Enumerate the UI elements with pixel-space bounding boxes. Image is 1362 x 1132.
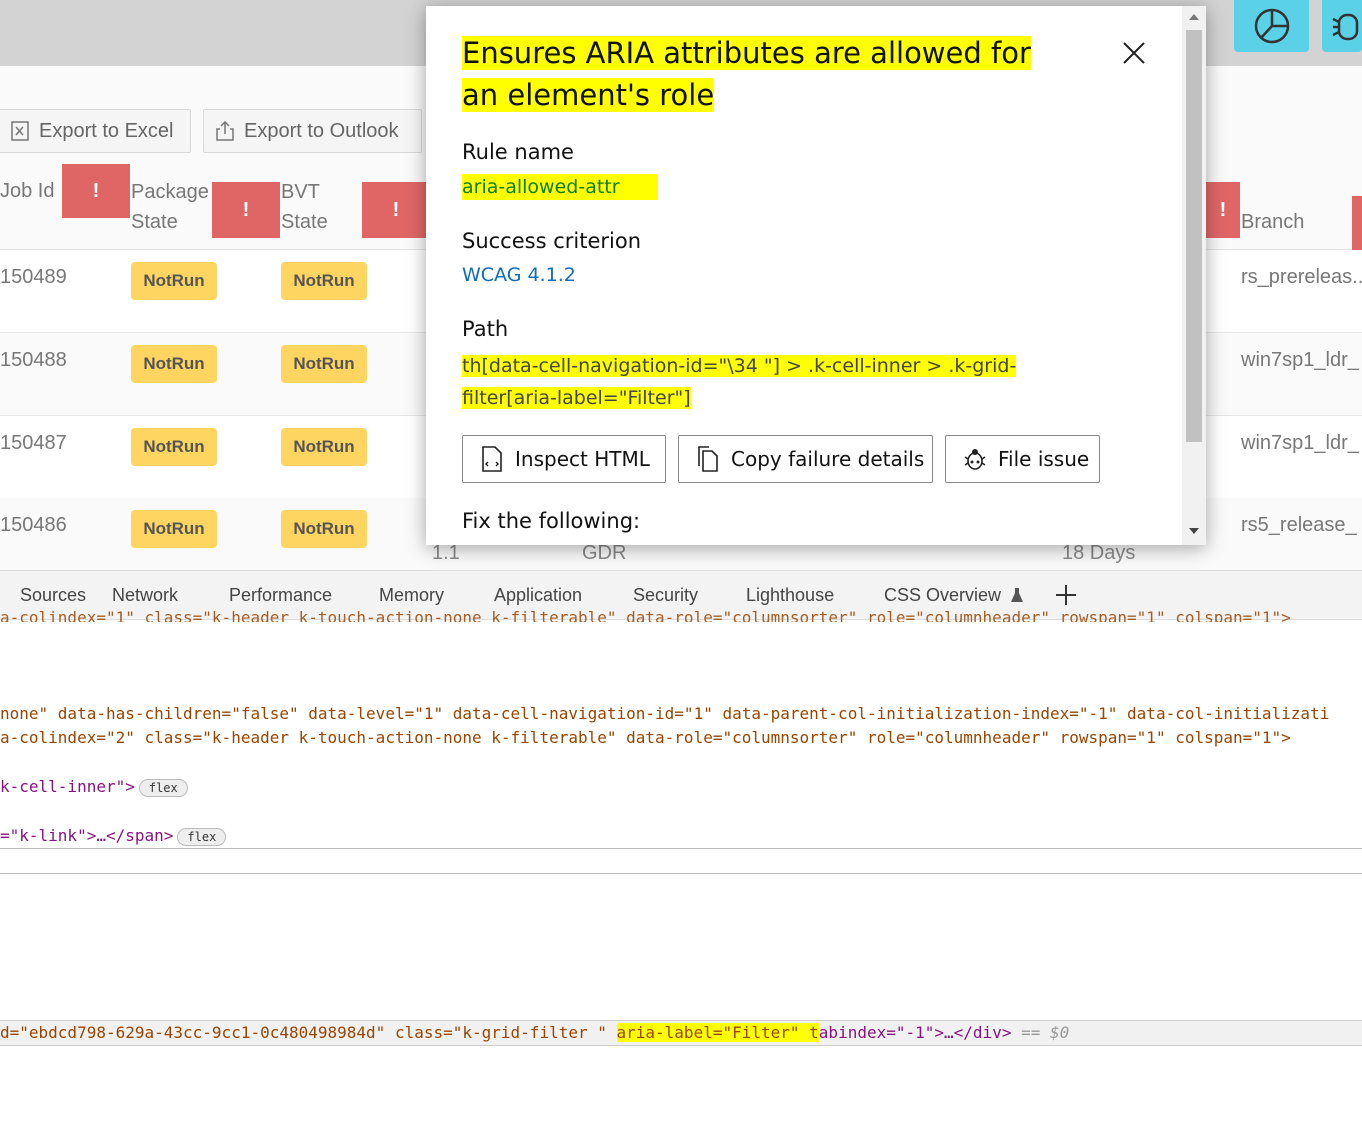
file-issue-label: File issue bbox=[998, 447, 1090, 471]
fix-the-following-label: Fix the following: bbox=[462, 509, 641, 533]
partial-cell: GDR bbox=[582, 542, 627, 564]
file-issue-button[interactable]: File issue bbox=[945, 435, 1100, 483]
rule-name-link[interactable]: aria-allowed-attr bbox=[462, 174, 658, 200]
pie-chart-icon bbox=[1254, 8, 1289, 44]
path-label: Path bbox=[462, 317, 509, 341]
tab-sources[interactable]: Sources bbox=[20, 585, 86, 606]
export-outlook-button[interactable]: Export to Outlook bbox=[203, 109, 422, 153]
scrollbar-thumb[interactable] bbox=[1186, 30, 1202, 442]
close-icon[interactable] bbox=[1123, 42, 1145, 64]
accessibility-warning-marker[interactable]: ! bbox=[212, 182, 280, 238]
rule-name-label: Rule name bbox=[462, 140, 574, 164]
tab-css-overview[interactable]: CSS Overview bbox=[884, 585, 1024, 606]
copy-failure-details-button[interactable]: Copy failure details bbox=[678, 435, 933, 483]
partial-cell: 18 Days bbox=[1062, 542, 1136, 564]
export-excel-label: Export to Excel bbox=[39, 119, 174, 142]
branch-cell: rs_prereleas... bbox=[1241, 266, 1362, 288]
job-id-cell: 150489 bbox=[0, 266, 67, 288]
scroll-up-icon[interactable] bbox=[1188, 12, 1200, 22]
excel-file-icon bbox=[11, 121, 29, 141]
package-state-badge: NotRun bbox=[131, 262, 217, 300]
job-id-cell: 150486 bbox=[0, 514, 67, 536]
tab-security[interactable]: Security bbox=[633, 585, 698, 606]
path-value: th[data-cell-navigation-id="\34 "] > .k-… bbox=[462, 350, 1092, 414]
flex-badge[interactable]: flex bbox=[177, 827, 227, 846]
accessibility-warning-marker[interactable] bbox=[1352, 196, 1362, 252]
column-header-job-id[interactable]: Job Id bbox=[0, 176, 54, 206]
dialog-scrollbar[interactable] bbox=[1182, 6, 1206, 545]
bvt-state-badge: NotRun bbox=[281, 428, 367, 466]
success-criterion-label: Success criterion bbox=[462, 229, 642, 253]
scroll-down-icon[interactable] bbox=[1188, 526, 1200, 536]
accessibility-warning-marker[interactable]: ! bbox=[62, 164, 130, 218]
export-excel-button[interactable]: Export to Excel bbox=[0, 109, 191, 153]
package-state-badge: NotRun bbox=[131, 428, 217, 466]
code-text: none" data-has-children="false" data-lev… bbox=[0, 704, 1330, 723]
branch-cell: rs5_release_ bbox=[1241, 514, 1357, 536]
bug-icon bbox=[964, 449, 986, 470]
package-header-line2: State bbox=[131, 211, 178, 233]
inspect-html-label: Inspect HTML bbox=[515, 447, 650, 471]
accessibility-warning-marker[interactable]: ! bbox=[362, 182, 430, 238]
branch-cell: win7sp1_ldr_ bbox=[1241, 349, 1359, 371]
bug-icon bbox=[1332, 13, 1359, 41]
failure-details-dialog: Ensures ARIA attributes are allowed for … bbox=[426, 6, 1206, 545]
code-line[interactable]: k-cell-inner"> flex bbox=[0, 777, 188, 797]
copy-icon bbox=[698, 446, 718, 472]
code-text: a-colindex="2" class="k-header k-touch-a… bbox=[0, 728, 1291, 747]
bug-button[interactable] bbox=[1322, 0, 1362, 52]
column-header-package-state[interactable]: Package State bbox=[131, 177, 209, 237]
inspect-html-button[interactable]: Inspect HTML bbox=[462, 435, 666, 483]
share-icon bbox=[216, 121, 234, 141]
package-header-line1: Package bbox=[131, 181, 209, 203]
highlighted-aria-label: aria-label="Filter" t bbox=[616, 1023, 819, 1042]
path-text: th[data-cell-navigation-id="\34 "] > .k-… bbox=[462, 355, 1017, 409]
selected-marker: == $0 bbox=[1011, 1023, 1070, 1042]
tab-lighthouse[interactable]: Lighthouse bbox=[746, 585, 834, 606]
copy-failure-details-label: Copy failure details bbox=[731, 447, 925, 471]
code-text: d="ebdcd798-629a-43cc-9cc1-0c480498984d"… bbox=[0, 1023, 617, 1042]
bvt-header-line2: State bbox=[281, 211, 328, 233]
code-line[interactable]: none" data-has-children="false" data-lev… bbox=[0, 704, 1329, 723]
bvt-state-badge: NotRun bbox=[281, 345, 367, 383]
code-line[interactable]: a-colindex="1" class="k-header k-touch-a… bbox=[0, 608, 1291, 622]
job-id-header-label: Job Id bbox=[0, 180, 55, 202]
success-criterion-link[interactable]: WCAG 4.1.2 bbox=[462, 264, 576, 286]
package-state-badge: NotRun bbox=[131, 345, 217, 383]
chart-button[interactable] bbox=[1234, 0, 1309, 52]
package-state-badge: NotRun bbox=[131, 510, 217, 548]
column-header-branch[interactable]: Branch bbox=[1241, 207, 1304, 237]
tab-network[interactable]: Network bbox=[112, 585, 178, 606]
add-tab-icon[interactable] bbox=[1054, 583, 1078, 607]
partial-cell: 1.1 bbox=[432, 542, 460, 564]
dialog-title-text: Ensures ARIA attributes are allowed for … bbox=[462, 36, 1031, 112]
job-id-cell: 150487 bbox=[0, 432, 67, 454]
bvt-state-badge: NotRun bbox=[281, 510, 367, 548]
tab-memory[interactable]: Memory bbox=[379, 585, 444, 606]
code-text: ="k-link">…</span> bbox=[0, 826, 174, 845]
flex-badge[interactable]: flex bbox=[138, 778, 188, 797]
bvt-state-badge: NotRun bbox=[281, 262, 367, 300]
code-line[interactable]: ="k-link">…</span> flex bbox=[0, 826, 227, 846]
branch-header-label: Branch bbox=[1241, 211, 1305, 233]
column-header-bvt-state[interactable]: BVT State bbox=[281, 177, 328, 237]
flask-icon bbox=[1011, 588, 1024, 602]
css-overview-label: CSS Overview bbox=[884, 585, 1002, 605]
export-outlook-label: Export to Outlook bbox=[244, 119, 399, 142]
code-text: k-cell-inner"> bbox=[0, 777, 135, 796]
tab-performance[interactable]: Performance bbox=[229, 585, 332, 606]
tab-application[interactable]: Application bbox=[494, 585, 582, 606]
inspect-document-icon bbox=[482, 446, 502, 472]
accessibility-warning-marker[interactable]: ! bbox=[1206, 182, 1240, 238]
selected-code-line[interactable]: d="ebdcd798-629a-43cc-9cc1-0c480498984d"… bbox=[0, 1020, 1362, 1046]
code-text: abindex="-1">…</div> bbox=[818, 1023, 1012, 1042]
hover-line bbox=[0, 848, 1362, 874]
dialog-title: Ensures ARIA attributes are allowed for … bbox=[462, 32, 1072, 116]
code-text: a-colindex="1" class="k-header k-touch-a… bbox=[0, 608, 1291, 622]
bvt-header-line1: BVT bbox=[281, 181, 320, 203]
code-line[interactable]: a-colindex="2" class="k-header k-touch-a… bbox=[0, 728, 1291, 747]
branch-cell: win7sp1_ldr_ bbox=[1241, 432, 1359, 454]
job-id-cell: 150488 bbox=[0, 349, 67, 371]
